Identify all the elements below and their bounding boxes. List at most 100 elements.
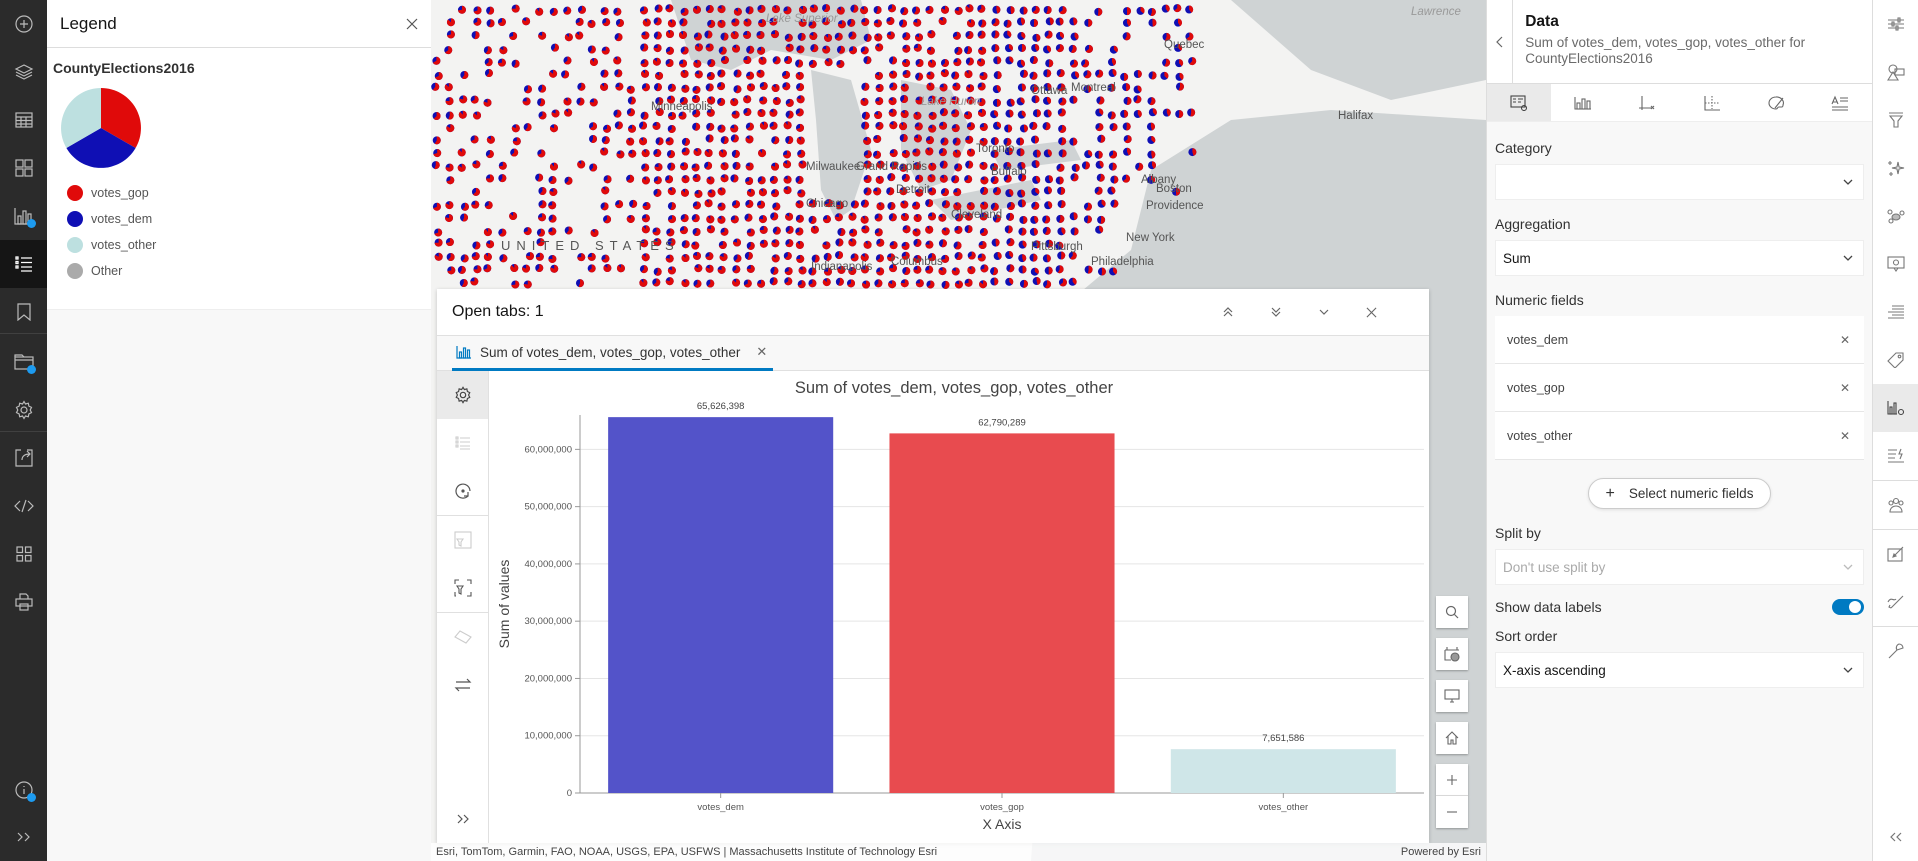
category-select[interactable] [1495, 164, 1864, 200]
zoom-out-button[interactable] [1436, 796, 1468, 828]
county-pie-symbol [863, 150, 872, 159]
close-panel-button[interactable] [1366, 307, 1414, 318]
chart-settings-button[interactable] [437, 371, 488, 419]
bookmark-button[interactable] [0, 288, 47, 336]
apps-button[interactable] [0, 530, 47, 578]
fields-button[interactable] [1873, 336, 1918, 384]
forms-button[interactable] [1873, 432, 1918, 480]
county-pie-symbol [1122, 174, 1131, 183]
county-pie-symbol [860, 199, 869, 208]
county-pie-symbol [834, 32, 843, 41]
county-pie-symbol [1097, 199, 1106, 208]
county-pie-symbol [926, 46, 935, 55]
minimize-button[interactable] [1270, 306, 1318, 318]
sort-order-select[interactable]: X-axis ascending [1495, 652, 1864, 688]
share-button[interactable] [0, 434, 47, 482]
county-pie-symbol [639, 137, 648, 146]
print-button[interactable] [0, 578, 47, 626]
bar-series-icon [1574, 96, 1592, 110]
remove-field-button[interactable]: ✕ [1840, 381, 1850, 395]
county-pie-symbol [940, 137, 949, 146]
sharing-button[interactable] [1873, 481, 1918, 529]
county-pie-symbol [967, 266, 976, 275]
county-pie-symbol [706, 215, 715, 224]
county-pie-symbol [901, 241, 910, 250]
split-by-select[interactable]: Don't use split by [1495, 549, 1864, 585]
labels-button[interactable] [1873, 288, 1918, 336]
switch-selection-button[interactable] [437, 661, 488, 709]
properties-button[interactable] [1873, 0, 1918, 48]
folder-button[interactable] [0, 338, 47, 386]
aggregation-select[interactable]: Sum [1495, 240, 1864, 276]
tab-series[interactable] [1551, 84, 1615, 121]
county-pie-symbol [641, 69, 650, 78]
filter-button[interactable] [1873, 96, 1918, 144]
filter-by-selection-button[interactable] [437, 564, 488, 612]
tab-axes[interactable] [1615, 84, 1679, 121]
show-data-labels-toggle[interactable] [1832, 599, 1864, 615]
tab-guides[interactable] [1680, 84, 1744, 121]
styles-button[interactable] [1873, 48, 1918, 96]
county-pie-symbol [925, 225, 934, 234]
configure-charts-button[interactable] [1873, 384, 1918, 432]
expand-toolbar-button[interactable] [437, 795, 489, 843]
embed-button[interactable] [0, 482, 47, 530]
county-pie-symbol [446, 18, 455, 27]
powered-by[interactable]: Powered by Esri [1401, 846, 1481, 858]
eraser-icon [453, 630, 472, 644]
zoom-in-button[interactable] [1436, 764, 1468, 796]
county-pie-symbol [665, 175, 674, 184]
sketch-button[interactable] [1873, 530, 1918, 578]
chart-legend-toggle-button[interactable] [437, 419, 488, 467]
county-pie-symbol [847, 279, 856, 288]
close-tab-button[interactable]: ✕ [756, 344, 767, 360]
info-button[interactable] [0, 766, 47, 814]
rotate-chart-button[interactable] [437, 467, 488, 515]
county-pie-symbol [978, 241, 987, 250]
county-pie-symbol [603, 264, 612, 273]
county-pie-symbol [667, 215, 676, 224]
select-numeric-fields-button[interactable]: + Select numeric fields [1588, 478, 1771, 509]
popups-button[interactable] [1873, 240, 1918, 288]
county-pie-symbol [457, 265, 466, 274]
home-button[interactable] [1436, 722, 1468, 754]
filter-by-extent-button[interactable] [437, 516, 488, 564]
remove-field-button[interactable]: ✕ [1840, 429, 1850, 443]
add-button[interactable] [0, 0, 47, 48]
tab-general[interactable] [1808, 84, 1872, 121]
county-pie-symbol [1188, 57, 1197, 66]
expand-button[interactable] [0, 813, 47, 861]
tools-button[interactable] [1873, 627, 1918, 675]
county-pie-symbol [1122, 32, 1131, 41]
table-button[interactable] [0, 96, 47, 144]
x-tick-label: votes_other [1259, 802, 1309, 813]
tab-data[interactable] [1487, 84, 1552, 121]
legend-button[interactable] [0, 240, 47, 288]
county-pie-symbol [523, 280, 532, 289]
tab-formatting[interactable] [1744, 84, 1808, 121]
basemap-gallery-button[interactable] [1436, 638, 1468, 670]
layers-button[interactable] [0, 48, 47, 96]
collapse-right-toolbar-button[interactable] [1873, 813, 1918, 861]
close-legend-button[interactable] [406, 18, 418, 30]
county-pie-symbol [667, 83, 676, 92]
edit-button[interactable] [1873, 578, 1918, 626]
county-pie-symbol [589, 134, 598, 143]
county-pie-symbol [434, 72, 443, 81]
fullscreen-button[interactable] [1436, 680, 1468, 712]
settings-button[interactable] [0, 386, 47, 434]
county-pie-symbol [875, 97, 884, 106]
clear-selection-button[interactable] [437, 613, 488, 661]
county-pie-symbol [1030, 215, 1039, 224]
county-pie-symbol [797, 32, 806, 41]
back-button[interactable] [1487, 0, 1514, 83]
remove-field-button[interactable]: ✕ [1840, 333, 1850, 347]
dashboard-button[interactable] [0, 144, 47, 192]
effects-button[interactable] [1873, 144, 1918, 192]
search-button[interactable] [1436, 596, 1468, 628]
chart-tab[interactable]: Sum of votes_dem, votes_gop, votes_other… [452, 336, 774, 371]
clustering-button[interactable] [1873, 192, 1918, 240]
collapse-button[interactable] [1318, 306, 1366, 318]
chart-button[interactable] [0, 192, 47, 240]
maximize-button[interactable] [1222, 306, 1270, 318]
